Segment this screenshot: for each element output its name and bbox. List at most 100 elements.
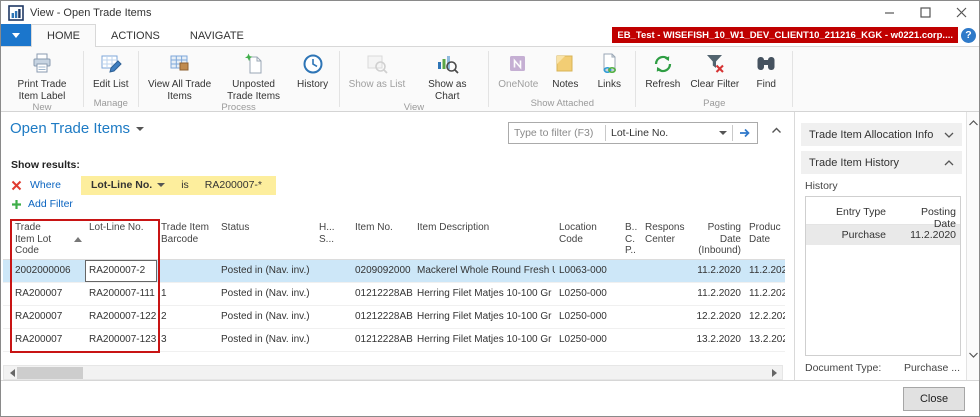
row-selector[interactable] xyxy=(3,283,11,305)
select-all-gutter[interactable] xyxy=(3,220,11,259)
cell-hs[interactable] xyxy=(315,260,351,282)
cell-item-description[interactable]: Herring Filet Matjes 10-100 Gr ... xyxy=(413,329,555,351)
page-title[interactable]: Open Trade Items xyxy=(10,120,144,137)
cell-location-code[interactable]: L0250-000 xyxy=(555,306,621,328)
horizontal-scroll-thumb[interactable] xyxy=(17,367,83,379)
cell-status[interactable]: Posted in (Nav. inv.) xyxy=(217,306,315,328)
cell-lot-line-no[interactable]: RA200007-122 xyxy=(85,306,157,328)
clear-filter-button[interactable]: Clear Filter xyxy=(685,48,744,91)
cell-item-no[interactable]: 01212228AB xyxy=(351,283,413,305)
minimize-button[interactable] xyxy=(871,1,907,24)
cell-trade-item-lot-code[interactable]: RA200007 xyxy=(11,329,85,351)
cell-location-code[interactable]: L0250-000 xyxy=(555,329,621,351)
table-row[interactable]: RA200007 RA200007-122 2 Posted in (Nav. … xyxy=(3,306,785,329)
cell-barcode[interactable]: 3 xyxy=(157,329,217,351)
cell-bcp[interactable] xyxy=(621,283,641,305)
cell-production-date[interactable]: 11.2.2020 xyxy=(745,260,785,282)
cell-posting-date[interactable]: 11.2.2020 xyxy=(685,283,745,305)
row-selector[interactable] xyxy=(3,260,11,282)
scroll-up-arrow[interactable] xyxy=(967,120,979,126)
cell-posting-date[interactable]: 12.2.2020 xyxy=(685,306,745,328)
cell-location-code[interactable]: L0063-000 xyxy=(555,260,621,282)
maximize-button[interactable] xyxy=(907,1,943,24)
row-selector[interactable] xyxy=(3,306,11,328)
filter-input[interactable] xyxy=(509,123,605,143)
where-link[interactable]: Where xyxy=(30,179,61,191)
cell-trade-item-lot-code[interactable]: RA200007 xyxy=(11,283,85,305)
unposted-trade-items-button[interactable]: Unposted Trade Items xyxy=(217,48,291,102)
cell-barcode[interactable]: 2 xyxy=(157,306,217,328)
table-row[interactable]: RA200007 RA200007-123 3 Posted in (Nav. … xyxy=(3,329,785,352)
cell-lot-line-no[interactable]: RA200007-111 xyxy=(85,283,157,305)
cell-barcode[interactable] xyxy=(157,260,217,282)
tab-navigate[interactable]: NAVIGATE xyxy=(175,24,259,47)
column-header-lot-line-no[interactable]: Lot-Line No. xyxy=(85,220,157,259)
remove-filter-icon[interactable] xyxy=(11,180,22,191)
cell-responsibility-center[interactable] xyxy=(641,306,685,328)
cell-item-description[interactable]: Herring Filet Matjes 10-100 Gr ... xyxy=(413,283,555,305)
cell-responsibility-center[interactable] xyxy=(641,260,685,282)
cell-bcp[interactable] xyxy=(621,329,641,351)
column-header-posting-date-inbound[interactable]: Posting Date (Inbound) xyxy=(685,220,745,259)
cell-responsibility-center[interactable] xyxy=(641,329,685,351)
cell-production-date[interactable]: 12.2.2020 xyxy=(745,306,785,328)
cell-hs[interactable] xyxy=(315,283,351,305)
column-header-bcp[interactable]: B.. C. P.. xyxy=(621,220,641,259)
refresh-button[interactable]: Refresh xyxy=(640,48,685,91)
close-window-button[interactable] xyxy=(943,1,979,24)
cell-bcp[interactable] xyxy=(621,306,641,328)
cell-posting-date[interactable]: 11.2.2020 xyxy=(685,260,745,282)
cell-responsibility-center[interactable] xyxy=(641,283,685,305)
column-header-hs[interactable]: H... S... xyxy=(315,220,351,259)
cell-location-code[interactable]: L0250-000 xyxy=(555,283,621,305)
column-header-trade-item-barcode[interactable]: Trade Item Barcode xyxy=(157,220,217,259)
cell-bcp[interactable] xyxy=(621,260,641,282)
scroll-right-arrow[interactable] xyxy=(772,369,777,377)
cell-hs[interactable] xyxy=(315,329,351,351)
view-all-trade-items-button[interactable]: View All Trade Items xyxy=(143,48,217,102)
close-button[interactable]: Close xyxy=(903,387,965,411)
history-button[interactable]: History xyxy=(291,48,335,91)
cell-posting-date[interactable]: 13.2.2020 xyxy=(685,329,745,351)
factbox-history-header[interactable]: Trade Item History xyxy=(801,151,962,174)
vertical-scrollbar[interactable] xyxy=(966,112,979,381)
find-button[interactable]: Find xyxy=(744,48,788,91)
apply-filter-button[interactable] xyxy=(733,123,757,143)
cell-trade-item-lot-code[interactable]: RA200007 xyxy=(11,306,85,328)
column-header-status[interactable]: Status xyxy=(217,220,315,259)
table-row[interactable]: RA200007 RA200007-111 1 Posted in (Nav. … xyxy=(3,283,785,306)
column-header-item-no[interactable]: Item No. xyxy=(351,220,413,259)
scroll-down-arrow[interactable] xyxy=(967,352,979,358)
column-header-item-description[interactable]: Item Description xyxy=(413,220,555,259)
cell-production-date[interactable]: 13.2.2020 xyxy=(745,329,785,351)
horizontal-scrollbar[interactable] xyxy=(3,365,783,380)
column-header-responsibility-center[interactable]: Responsi... Center xyxy=(641,220,685,259)
show-as-chart-button[interactable]: Show as Chart xyxy=(410,48,484,102)
cell-item-no[interactable]: 01212228AB xyxy=(351,329,413,351)
column-header-location-code[interactable]: Location Code xyxy=(555,220,621,259)
column-header-trade-item-lot-code[interactable]: Trade Item Lot Code xyxy=(11,220,85,259)
filter-column-dropdown[interactable]: Lot-Line No. xyxy=(606,123,732,143)
application-menu-button[interactable] xyxy=(1,24,31,46)
cell-item-no[interactable]: 0209092000 xyxy=(351,260,413,282)
collapse-filter-pane-button[interactable] xyxy=(771,127,782,134)
cell-status[interactable]: Posted in (Nav. inv.) xyxy=(217,283,315,305)
edit-list-button[interactable]: Edit List xyxy=(88,48,134,91)
cell-item-no[interactable]: 01212228AB xyxy=(351,306,413,328)
add-filter-button[interactable]: Add Filter xyxy=(11,198,73,210)
tab-home[interactable]: HOME xyxy=(31,24,96,47)
cell-barcode[interactable]: 1 xyxy=(157,283,217,305)
table-row[interactable]: 2002000006 RA200007-2 Posted in (Nav. in… xyxy=(3,260,785,283)
print-trade-item-label-button[interactable]: Print Trade Item Label xyxy=(5,48,79,102)
cell-item-description[interactable]: Herring Filet Matjes 10-100 Gr ... xyxy=(413,306,555,328)
cell-status[interactable]: Posted in (Nav. inv.) xyxy=(217,260,315,282)
tab-actions[interactable]: ACTIONS xyxy=(96,24,175,47)
cell-item-description[interactable]: Mackerel Whole Round Fresh U... xyxy=(413,260,555,282)
links-button[interactable]: Links xyxy=(587,48,631,91)
cell-lot-line-no[interactable]: RA200007-123 xyxy=(85,329,157,351)
filter-field-dropdown[interactable]: Lot-Line No. xyxy=(91,179,165,191)
factbox-allocation-info-header[interactable]: Trade Item Allocation Info xyxy=(801,123,962,146)
filter-value[interactable]: RA200007-* xyxy=(205,179,262,191)
cell-lot-line-no-focused[interactable]: RA200007-2 xyxy=(85,260,157,282)
row-selector[interactable] xyxy=(3,329,11,351)
